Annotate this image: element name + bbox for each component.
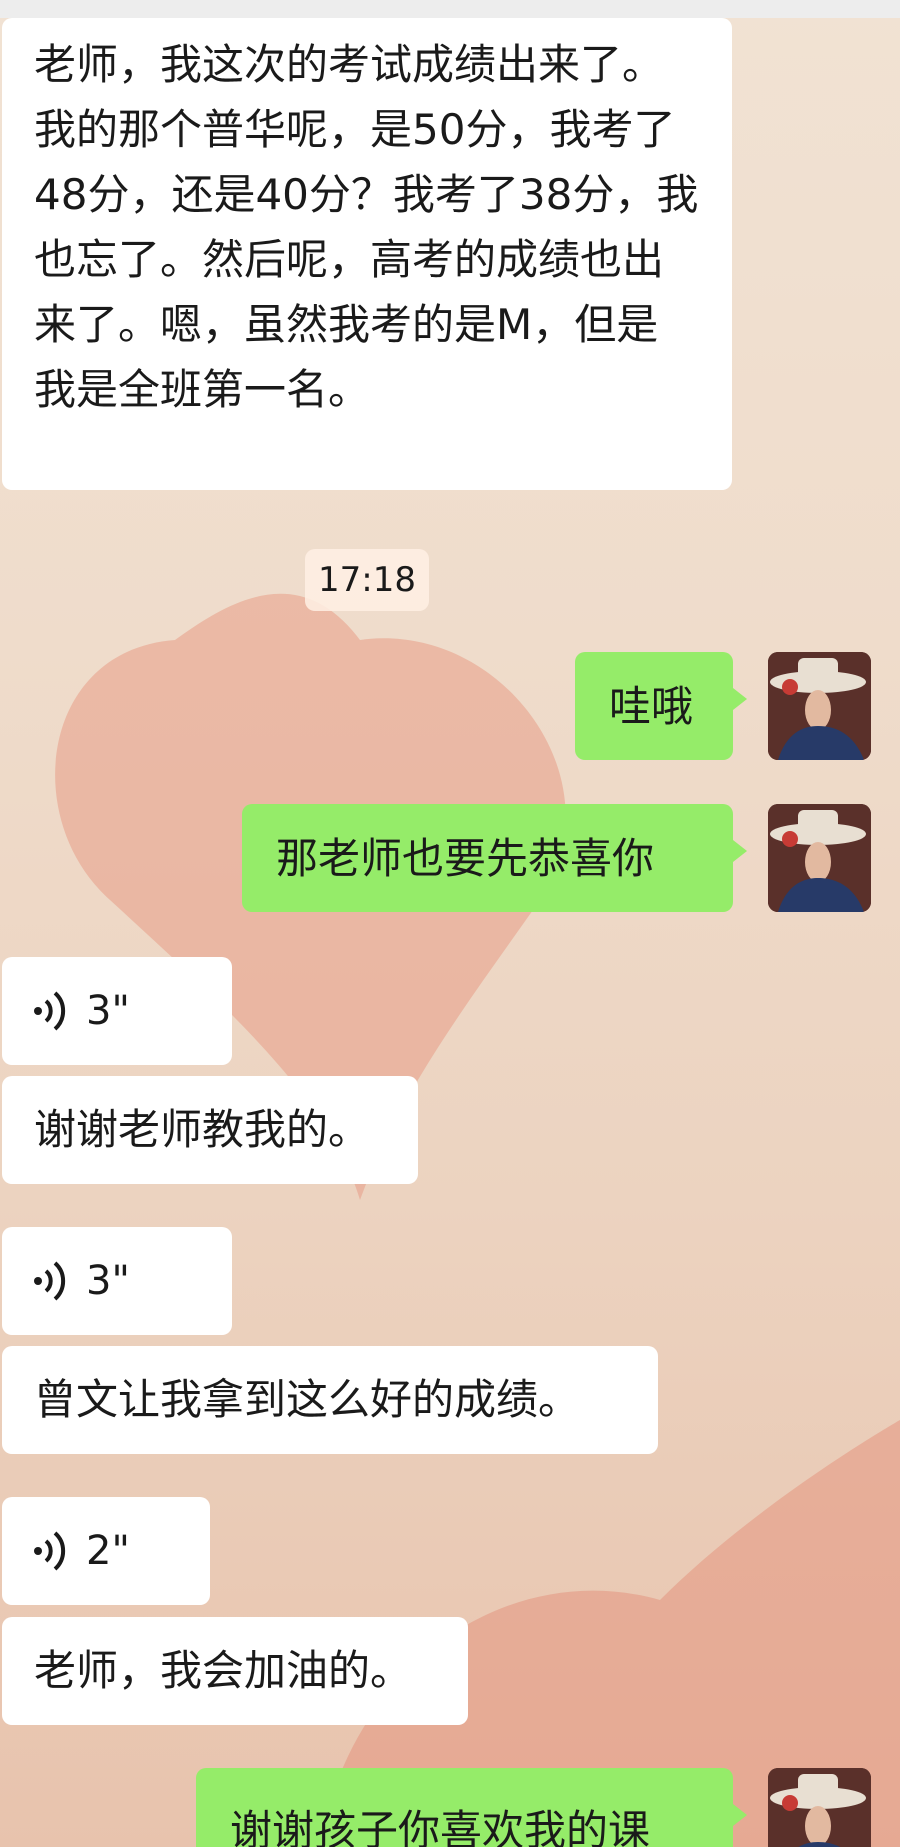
message-text: 那老师也要先恭喜你 bbox=[276, 833, 655, 883]
voice-wave-icon bbox=[34, 1531, 66, 1571]
message-bubble-incoming[interactable]: 曾文让我拿到这么好的成绩。 bbox=[2, 1346, 658, 1454]
voice-wave-icon bbox=[34, 1261, 66, 1301]
message-text: 老师，我这次的考试成绩出来了。我的那个普华呢，是50分，我考了48分，还是40分… bbox=[34, 40, 699, 414]
avatar-cowboy-hat-icon[interactable] bbox=[768, 652, 871, 760]
voice-message[interactable]: 3" bbox=[2, 957, 232, 1065]
message-text: 谢谢孩子你喜欢我的课 bbox=[230, 1806, 651, 1847]
voice-wave-icon bbox=[34, 991, 66, 1031]
timestamp: 17:18 bbox=[305, 549, 429, 611]
message-bubble-incoming[interactable]: 老师，我会加油的。 bbox=[2, 1617, 468, 1725]
voice-message[interactable]: 2" bbox=[2, 1497, 210, 1605]
avatar-cowboy-hat-icon[interactable] bbox=[768, 804, 871, 912]
message-text: 曾文让我拿到这么好的成绩。 bbox=[34, 1375, 581, 1424]
message-text: 哇哦 bbox=[609, 681, 694, 731]
message-bubble-outgoing[interactable]: 谢谢孩子你喜欢我的课 bbox=[196, 1768, 747, 1847]
message-text: 老师，我会加油的。 bbox=[34, 1646, 413, 1695]
message-bubble-incoming[interactable]: 谢谢老师教我的。 bbox=[2, 1076, 418, 1184]
message-text: 谢谢老师教我的。 bbox=[34, 1105, 371, 1154]
message-bubble-outgoing[interactable]: 那老师也要先恭喜你 bbox=[242, 804, 747, 912]
voice-duration: 2" bbox=[86, 1527, 130, 1574]
message-bubble-incoming[interactable]: 老师，我这次的考试成绩出来了。我的那个普华呢，是50分，我考了48分，还是40分… bbox=[2, 18, 732, 490]
voice-message[interactable]: 3" bbox=[2, 1227, 232, 1335]
voice-duration: 3" bbox=[86, 1257, 130, 1304]
message-bubble-outgoing[interactable]: 哇哦 bbox=[575, 652, 747, 760]
avatar-cowboy-hat-icon[interactable] bbox=[768, 1768, 871, 1847]
chat-screen: 老师，我这次的考试成绩出来了。我的那个普华呢，是50分，我考了48分，还是40分… bbox=[0, 0, 900, 1847]
voice-duration: 3" bbox=[86, 987, 130, 1034]
